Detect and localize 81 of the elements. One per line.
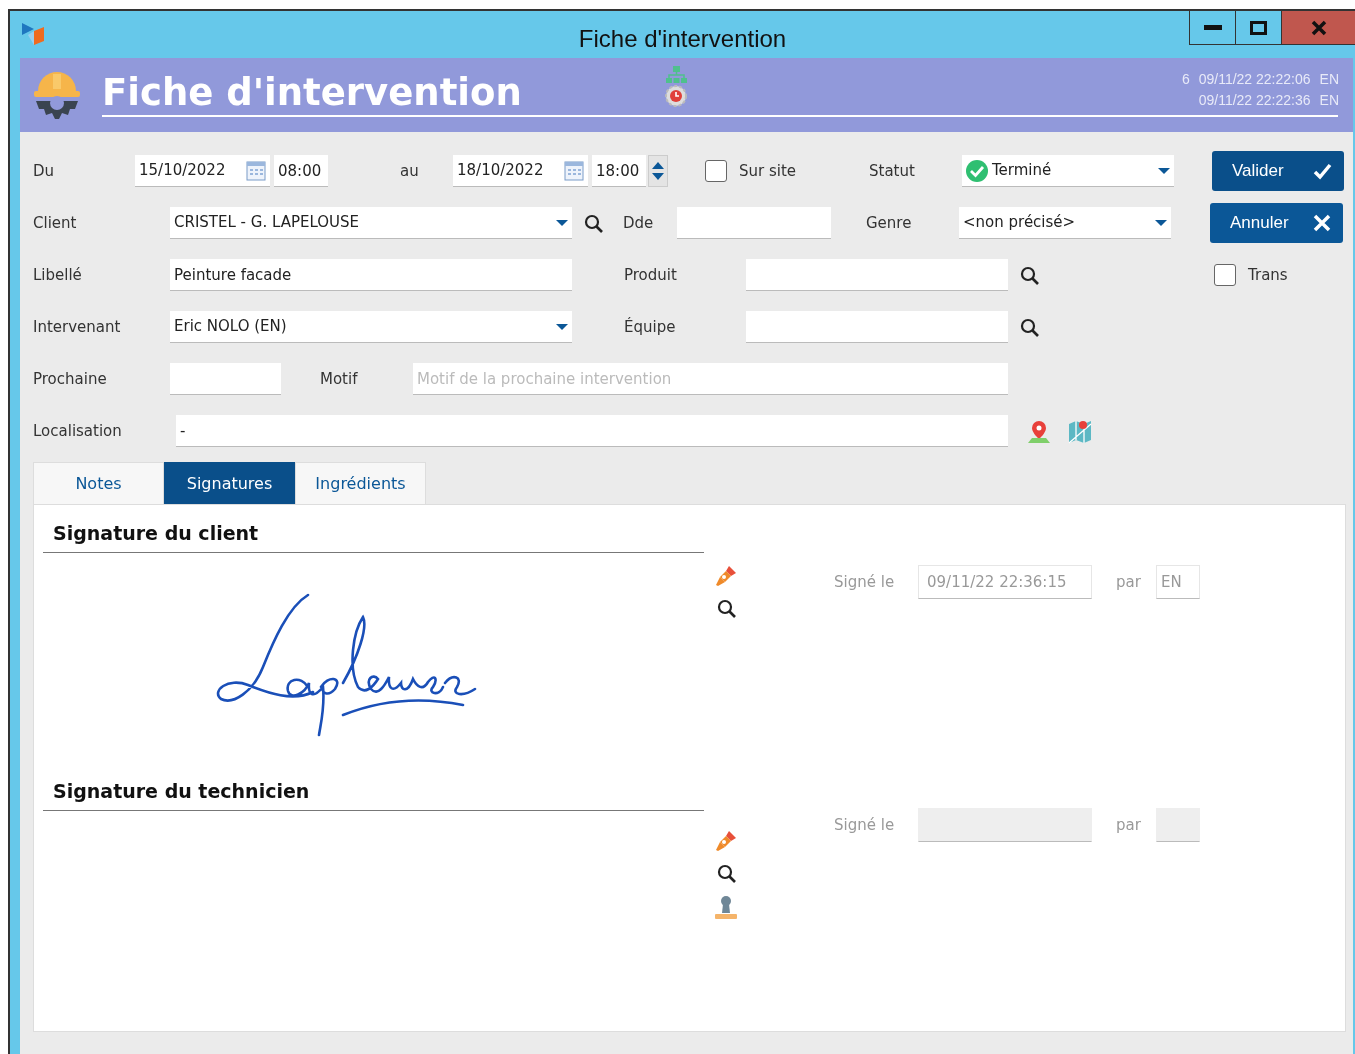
time-field[interactable]: 18:00 [592, 155, 646, 187]
info-text: EN [1319, 92, 1339, 108]
validate-button[interactable]: Valider [1212, 151, 1344, 191]
field-label: Localisation [33, 420, 123, 442]
field-label: Signé le [834, 814, 896, 836]
input-field[interactable]: - [176, 415, 1008, 447]
field-label: Intervenant [33, 316, 122, 338]
checkbox[interactable] [1214, 264, 1236, 286]
initials-field[interactable] [1156, 808, 1200, 842]
search-icon[interactable] [716, 599, 736, 618]
calendar-icon[interactable] [246, 160, 266, 181]
search-icon[interactable] [716, 864, 736, 883]
field-label: Client [33, 212, 78, 234]
client-dropdown[interactable]: CRISTEL - G. LAPELOUSE [170, 207, 572, 239]
window-title: Fiche d'intervention [577, 24, 788, 54]
status-dropdown[interactable]: Terminé [962, 155, 1174, 187]
maximize-icon [1250, 20, 1267, 35]
field-label: au [400, 160, 420, 182]
field-label: par [1116, 571, 1142, 593]
pen-icon[interactable] [715, 565, 737, 587]
spinner-control[interactable] [648, 155, 668, 187]
minimize-button[interactable] [1189, 11, 1236, 45]
field-label: Trans [1248, 264, 1289, 286]
caret-icon [556, 219, 568, 226]
field-label: Dde [623, 212, 655, 234]
minimize-icon [1203, 25, 1222, 30]
input-field[interactable]: Peinture facade [170, 259, 572, 291]
search-icon[interactable] [584, 213, 603, 233]
map-icon[interactable] [1068, 418, 1092, 444]
info-text: 09/11/22 22:22:36 [1198, 92, 1311, 108]
date-field[interactable]: 15/10/2022 [135, 155, 270, 187]
date-field[interactable] [918, 808, 1092, 842]
maximize-button[interactable] [1236, 11, 1282, 45]
technician-dropdown[interactable]: Eric NOLO (EN) [170, 311, 572, 343]
field-label: par [1116, 814, 1142, 836]
tab[interactable]: Notes [33, 462, 164, 504]
field-label: Statut [869, 160, 916, 182]
input-field[interactable] [677, 207, 831, 239]
field-label: Signé le [834, 571, 896, 593]
date-field[interactable]: 18/10/2022 [453, 155, 588, 187]
genre-dropdown[interactable]: <non précisé> [959, 207, 1171, 239]
input-field[interactable] [170, 363, 281, 395]
field-label: Genre [866, 212, 913, 234]
stamp-icon[interactable] [714, 895, 738, 919]
field-label: Libellé [33, 264, 83, 286]
tab[interactable]: Signatures [164, 462, 295, 504]
field-label: Prochaine [33, 368, 108, 390]
field-label: Produit [624, 264, 678, 286]
check-icon [1313, 162, 1332, 180]
input-field[interactable] [746, 311, 1008, 343]
input-field[interactable]: Motif de la prochaine intervention [413, 363, 1008, 395]
field-label: Sur site [739, 160, 798, 182]
up-down-arrows-icon [652, 162, 664, 180]
close-icon [1310, 19, 1327, 36]
time-field[interactable]: 08:00 [274, 155, 328, 187]
caret-icon [556, 323, 568, 330]
checkbox[interactable] [705, 160, 727, 182]
info-text: 6 [1181, 71, 1190, 87]
input-field[interactable] [746, 259, 1008, 291]
info-text: 09/11/22 22:22:06 [1198, 71, 1311, 87]
calendar-icon[interactable] [564, 160, 584, 181]
app-logo-icon [20, 21, 46, 47]
map-pin-icon[interactable] [1028, 419, 1050, 443]
info-text: EN [1319, 71, 1339, 87]
close-icon [1313, 214, 1331, 232]
pen-icon[interactable] [715, 830, 737, 852]
gear-clock-icon[interactable] [665, 85, 687, 107]
field-label: Motif [320, 368, 359, 390]
close-button[interactable] [1282, 11, 1355, 45]
search-icon[interactable] [1020, 265, 1039, 285]
field-label: Du [33, 160, 56, 182]
section-title: Signature du technicien [43, 773, 704, 811]
caret-icon [1158, 167, 1170, 174]
search-icon[interactable] [1020, 317, 1039, 337]
section-title: Signature du client [43, 515, 704, 553]
tab[interactable]: Ingrédients [295, 462, 426, 504]
hardhat-gear-icon [32, 69, 82, 121]
caret-icon [1155, 219, 1167, 226]
field-label: Équipe [624, 316, 677, 338]
cancel-button[interactable]: Annuler [1210, 203, 1343, 243]
check-circle-icon [966, 159, 988, 182]
